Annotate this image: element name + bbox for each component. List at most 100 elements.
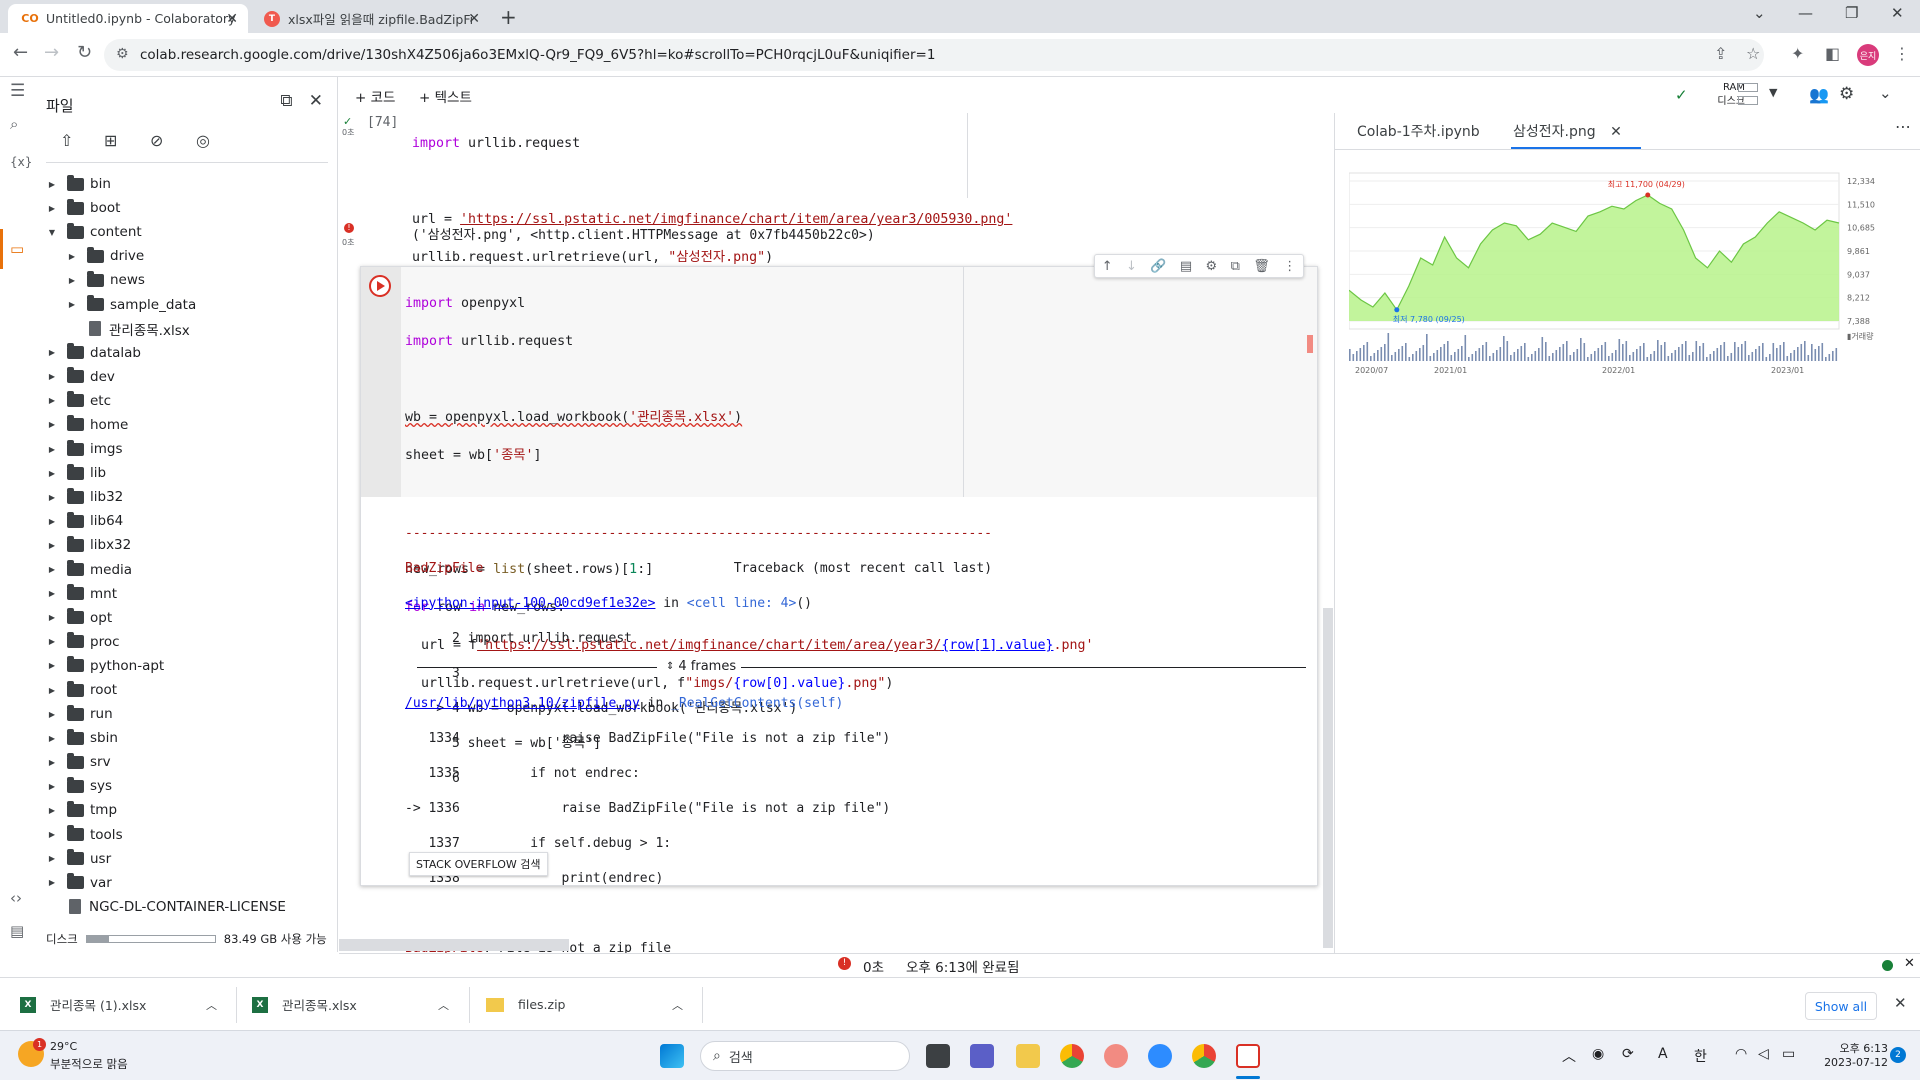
minimize-button[interactable]: — bbox=[1798, 4, 1813, 22]
folder-row[interactable]: ▶ python-apt bbox=[38, 654, 338, 678]
clock[interactable]: 오후 6:13 2023-07-12 bbox=[1820, 1040, 1888, 1069]
bookmark-star-icon[interactable]: ☆ bbox=[1746, 44, 1760, 63]
upload-file-icon[interactable]: ⇧ bbox=[60, 131, 73, 150]
settings-gear-icon[interactable]: ⚙ bbox=[1839, 84, 1854, 104]
caret-right-icon[interactable]: ▶ bbox=[46, 782, 58, 791]
folder-icon[interactable]: ▭ bbox=[10, 240, 24, 258]
link-icon[interactable]: 🔗 bbox=[1150, 259, 1166, 274]
code-cell-2[interactable]: ↑ ↓ 🔗 ▤ ⚙ ⧉ 🗑 ⋮ import openpyxl import u… bbox=[360, 254, 1318, 953]
unmount-drive-icon[interactable]: ⊘ bbox=[150, 131, 163, 150]
notification-badge[interactable]: 2 bbox=[1890, 1047, 1906, 1063]
folder-row[interactable]: ▶ opt bbox=[38, 606, 338, 630]
add-text-button[interactable]: + 텍스트 bbox=[419, 86, 472, 106]
caret-right-icon[interactable]: ▶ bbox=[46, 686, 58, 695]
file-row[interactable]: NGC-DL-CONTAINER-LICENSE bbox=[38, 895, 338, 919]
download-item[interactable]: X 관리종목.xlsx ︿ bbox=[252, 978, 452, 1031]
terminal-icon[interactable]: ▤ bbox=[10, 922, 24, 940]
new-tab-button[interactable]: + bbox=[500, 5, 517, 29]
folder-row[interactable]: ▶ sys bbox=[38, 774, 338, 798]
search-icon[interactable]: ⌕ bbox=[10, 115, 18, 133]
chrome-profile-icon[interactable] bbox=[1192, 1044, 1216, 1068]
chat-icon[interactable] bbox=[970, 1044, 994, 1068]
caret-right-icon[interactable]: ▶ bbox=[46, 854, 58, 863]
share-icon[interactable]: ⇪ bbox=[1714, 44, 1727, 63]
caret-right-icon[interactable]: ▶ bbox=[46, 541, 58, 550]
folder-row[interactable]: ▶ usr bbox=[38, 847, 338, 871]
code-cell-1[interactable]: import urllib.request url = 'https://ssl… bbox=[404, 113, 1317, 265]
caret-right-icon[interactable]: ▶ bbox=[46, 734, 58, 743]
stack-overflow-search-button[interactable]: STACK OVERFLOW 검색 bbox=[409, 852, 548, 876]
add-code-button[interactable]: + 코드 bbox=[355, 86, 395, 106]
url-string[interactable]: 'https://ssl.pstatic.net/imgfinance/char… bbox=[460, 212, 1012, 227]
caret-right-icon[interactable]: ▶ bbox=[66, 276, 78, 285]
profile-avatar[interactable]: 은지 bbox=[1857, 44, 1879, 66]
variables-icon[interactable]: {x} bbox=[10, 155, 32, 169]
folder-row[interactable]: ▶ imgs bbox=[38, 437, 338, 461]
open-in-tab-icon[interactable]: ⧉ bbox=[280, 91, 292, 111]
folder-row[interactable]: ▶ dev bbox=[38, 365, 338, 389]
taskbar-search[interactable]: ⌕ 검색 bbox=[700, 1041, 910, 1071]
folder-row[interactable]: ▶ boot bbox=[38, 196, 338, 220]
forward-button[interactable]: → bbox=[44, 42, 59, 63]
close-icon[interactable]: ✕ bbox=[226, 11, 238, 27]
caret-right-icon[interactable]: ▶ bbox=[46, 372, 58, 381]
reload-button[interactable]: ↻ bbox=[77, 42, 92, 63]
chevron-up-icon[interactable]: ︿ bbox=[672, 997, 683, 1013]
caret-right-icon[interactable]: ▶ bbox=[46, 204, 58, 213]
file-row[interactable]: 관리종목.xlsx bbox=[38, 317, 338, 341]
chrome-menu-icon[interactable]: ⋮ bbox=[1894, 44, 1910, 63]
caret-right-icon[interactable]: ▶ bbox=[66, 252, 78, 261]
ime-english[interactable]: A bbox=[1658, 1046, 1668, 1062]
folder-row[interactable]: ▶ tools bbox=[38, 823, 338, 847]
caret-right-icon[interactable]: ▶ bbox=[46, 806, 58, 815]
chevron-up-icon[interactable]: ︿ bbox=[206, 997, 217, 1013]
caret-right-icon[interactable]: ▶ bbox=[46, 445, 58, 454]
file-explorer-icon[interactable] bbox=[1016, 1044, 1040, 1068]
folder-row[interactable]: ▶ media bbox=[38, 558, 338, 582]
caret-down-icon[interactable]: ▼ bbox=[46, 228, 58, 237]
mirror-cell-icon[interactable]: ⧉ bbox=[1231, 259, 1240, 274]
snipping-tool-icon[interactable] bbox=[1236, 1044, 1260, 1068]
caret-right-icon[interactable]: ▶ bbox=[46, 830, 58, 839]
tab-samsung-png[interactable]: 삼성전자.png ✕ bbox=[1513, 121, 1622, 141]
caret-right-icon[interactable]: ▶ bbox=[46, 661, 58, 670]
windows-start-icon[interactable] bbox=[660, 1044, 684, 1068]
folder-row[interactable]: ▶ drive bbox=[38, 244, 338, 268]
folder-row[interactable]: ▶ var bbox=[38, 871, 338, 895]
ime-korean[interactable]: 한 bbox=[1694, 1046, 1707, 1066]
battery-icon[interactable]: ▭ bbox=[1782, 1046, 1795, 1062]
folder-row[interactable]: ▶ mnt bbox=[38, 582, 338, 606]
close-icon[interactable]: ✕ bbox=[468, 11, 480, 27]
close-window-button[interactable]: ✕ bbox=[1891, 4, 1904, 22]
tab-search-icon[interactable]: ⌄ bbox=[1753, 4, 1766, 22]
caret-right-icon[interactable]: ▶ bbox=[46, 758, 58, 767]
hide-files-icon[interactable]: ◎ bbox=[196, 131, 210, 150]
extensions-icon[interactable]: ✦ bbox=[1791, 44, 1804, 63]
caret-right-icon[interactable]: ▶ bbox=[46, 710, 58, 719]
folder-row[interactable]: ▶ sbin bbox=[38, 726, 338, 750]
delete-icon[interactable]: 🗑 bbox=[1253, 259, 1270, 274]
runtime-dropdown-icon[interactable]: ▼ bbox=[1769, 86, 1777, 99]
folder-row[interactable]: ▶ sample_data bbox=[38, 292, 338, 316]
caret-right-icon[interactable]: ▶ bbox=[46, 565, 58, 574]
back-button[interactable]: ← bbox=[13, 42, 28, 63]
settings-gear-icon[interactable]: ⚙ bbox=[1206, 259, 1218, 274]
volume-icon[interactable]: ◁ bbox=[1758, 1046, 1769, 1062]
caret-right-icon[interactable]: ▶ bbox=[46, 469, 58, 478]
caret-right-icon[interactable]: ▶ bbox=[46, 589, 58, 598]
folder-row[interactable]: ▶ lib64 bbox=[38, 509, 338, 533]
caret-right-icon[interactable]: ▶ bbox=[66, 300, 78, 309]
close-icon[interactable]: ✕ bbox=[309, 91, 323, 111]
caret-right-icon[interactable]: ▶ bbox=[46, 493, 58, 502]
show-all-downloads-button[interactable]: Show all bbox=[1805, 992, 1877, 1020]
omnibox[interactable]: ⚙ colab.research.google.com/drive/130shX… bbox=[104, 39, 1764, 71]
folder-row[interactable]: ▶ lib bbox=[38, 461, 338, 485]
download-item[interactable]: files.zip ︿ bbox=[486, 978, 686, 1031]
close-icon[interactable]: ✕ bbox=[1610, 124, 1622, 140]
comment-icon[interactable]: ▤ bbox=[1180, 259, 1192, 274]
folder-row[interactable]: ▶ news bbox=[38, 268, 338, 292]
caret-right-icon[interactable]: ▶ bbox=[46, 420, 58, 429]
folder-row[interactable]: ▶ etc bbox=[38, 389, 338, 413]
caret-right-icon[interactable]: ▶ bbox=[46, 396, 58, 405]
folder-row[interactable]: ▶ proc bbox=[38, 630, 338, 654]
